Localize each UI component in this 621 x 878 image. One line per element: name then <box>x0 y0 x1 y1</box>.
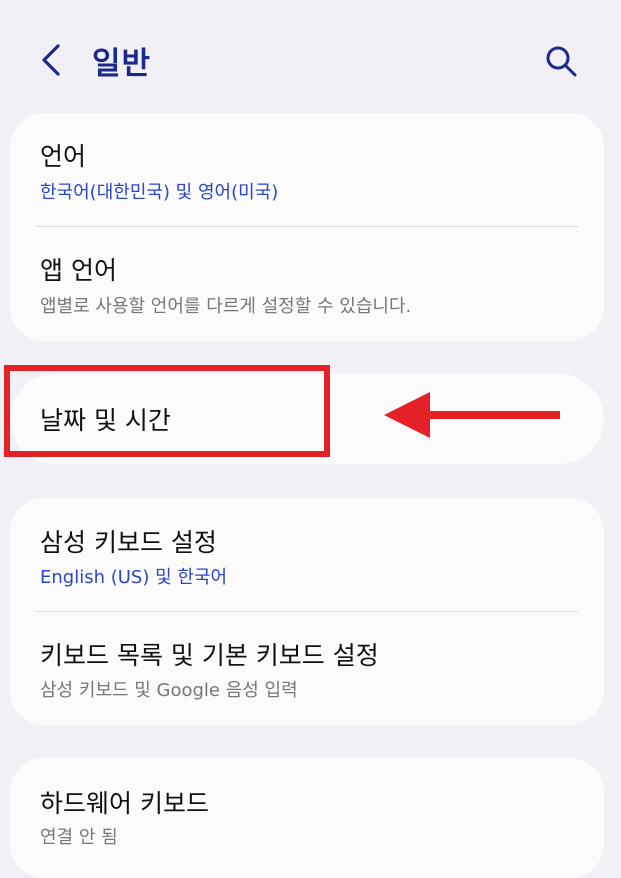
hardware-keyboard-card: 하드웨어 키보드 연결 안 됨 <box>10 758 604 878</box>
page-title: 일반 <box>92 46 152 82</box>
date-time-card: 날짜 및 시간 <box>10 374 604 464</box>
app-language-item[interactable]: 앱 언어 앱별로 사용할 언어를 다르게 설정할 수 있습니다. <box>10 227 604 341</box>
hardware-keyboard-title: 하드웨어 키보드 <box>40 789 209 818</box>
keyboard-list-title: 키보드 목록 및 기본 키보드 설정 <box>40 641 379 670</box>
back-button[interactable] <box>34 40 70 80</box>
keyboard-list-subtitle: 삼성 키보드 및 Google 음성 입력 <box>40 680 298 701</box>
app-language-title: 앱 언어 <box>40 256 117 285</box>
language-card: 언어 한국어(대한민국) 및 영어(미국) 앱 언어 앱별로 사용할 언어를 다… <box>10 113 604 341</box>
hardware-keyboard-item[interactable]: 하드웨어 키보드 연결 안 됨 <box>10 758 604 878</box>
samsung-keyboard-subtitle: English (US) 및 한국어 <box>40 567 228 588</box>
chevron-left-icon <box>42 44 60 76</box>
search-button[interactable] <box>542 42 580 80</box>
keyboard-card: 삼성 키보드 설정 English (US) 및 한국어 키보드 목록 및 기본… <box>10 498 604 725</box>
search-icon <box>546 46 577 77</box>
date-time-item[interactable]: 날짜 및 시간 <box>10 374 604 464</box>
date-time-title: 날짜 및 시간 <box>40 406 171 435</box>
language-title: 언어 <box>40 142 87 171</box>
app-language-subtitle: 앱별로 사용할 언어를 다르게 설정할 수 있습니다. <box>40 296 412 317</box>
keyboard-list-item[interactable]: 키보드 목록 및 기본 키보드 설정 삼성 키보드 및 Google 음성 입력 <box>10 612 604 725</box>
samsung-keyboard-title: 삼성 키보드 설정 <box>40 528 217 557</box>
samsung-keyboard-item[interactable]: 삼성 키보드 설정 English (US) 및 한국어 <box>10 498 604 611</box>
language-subtitle: 한국어(대한민국) 및 영어(미국) <box>40 182 279 203</box>
hardware-keyboard-subtitle: 연결 안 됨 <box>40 827 118 848</box>
app-header: 일반 <box>0 0 621 112</box>
language-item[interactable]: 언어 한국어(대한민국) 및 영어(미국) <box>10 113 604 226</box>
